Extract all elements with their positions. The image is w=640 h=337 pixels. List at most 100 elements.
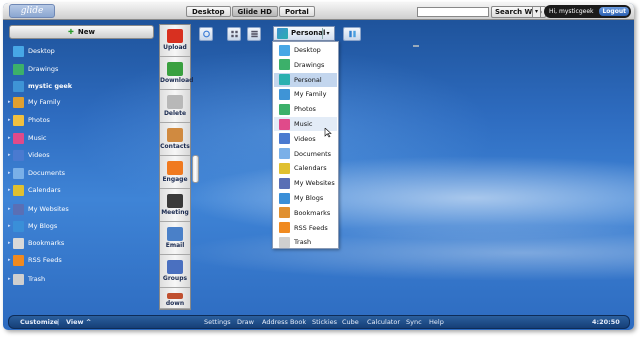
menu-item-my-websites[interactable]: My Websites [274, 176, 337, 190]
glide-window: glide Desktop Glide HD Portal Search Web… [3, 3, 634, 330]
new-button-label: New [77, 28, 95, 36]
menu-item-personal[interactable]: Personal [274, 72, 337, 87]
sidebar-item-rss-feeds[interactable]: ▸ RSS Feeds [8, 252, 156, 268]
drawings-icon [279, 59, 290, 71]
action-label: Download [160, 77, 194, 84]
bottom-link-settings[interactable]: Settings [204, 316, 231, 329]
sidebar-item-bookmarks[interactable]: ▸ Bookmarks [8, 235, 156, 251]
search-options-dropdown[interactable]: ▾ [532, 6, 541, 18]
search-input[interactable] [417, 7, 489, 17]
menu-item-label: Bookmarks [294, 208, 331, 217]
sidebar-item-my-blogs[interactable]: ▸ My Blogs [8, 218, 156, 234]
websites-icon [13, 203, 24, 215]
download-button[interactable]: Download [160, 58, 194, 90]
scrollbar-handle[interactable] [192, 155, 199, 183]
menu-item-my-blogs[interactable]: My Blogs [274, 191, 337, 205]
menu-item-photos[interactable]: Photos [274, 102, 337, 116]
sidebar-item-trash[interactable]: ▸ Trash [8, 271, 156, 287]
personal-icon [277, 28, 288, 39]
refresh-icon [203, 30, 210, 38]
bottom-link-sync[interactable]: Sync [406, 316, 422, 329]
sidebar-item-label: Drawings [28, 65, 59, 73]
tab-desktop[interactable]: Desktop [186, 6, 231, 17]
action-label: Meeting [161, 209, 189, 216]
category-dropdown-value: Personal [291, 29, 326, 37]
menu-item-bookmarks[interactable]: Bookmarks [274, 206, 337, 220]
cursor-icon [324, 128, 332, 138]
family-icon [13, 96, 24, 108]
groups-button[interactable]: Groups [160, 256, 190, 288]
personal-icon [279, 74, 290, 86]
sidebar-item-mystic-geek[interactable]: mystic geek [8, 78, 156, 94]
sidebar-item-calendars[interactable]: ▸ Calendars [8, 182, 156, 198]
videos-icon [13, 149, 24, 161]
view-button[interactable]: View ^ [66, 316, 91, 329]
menu-item-trash[interactable]: Trash [274, 235, 337, 249]
user-greeting: Hi, mysticgeek [549, 8, 594, 15]
menu-item-my-family[interactable]: My Family [274, 87, 337, 101]
contacts-icon [167, 128, 183, 142]
menu-item-calendars[interactable]: Calendars [274, 161, 337, 175]
down-icon [167, 293, 183, 299]
sidebar-item-photos[interactable]: ▸ Photos [8, 112, 156, 128]
trash-icon [13, 273, 24, 285]
category-dropdown-menu: Desktop Drawings Personal My Family Photos Mu… [272, 41, 339, 249]
meeting-button[interactable]: Meeting [160, 190, 190, 222]
customize-button[interactable]: Customize [20, 316, 58, 329]
bottom-divider: | [57, 318, 60, 326]
menu-item-label: Calendars [294, 164, 327, 173]
sidebar-item-label: Trash [28, 275, 46, 283]
menu-item-drawings[interactable]: Drawings [274, 58, 337, 72]
bottom-link-cube[interactable]: Cube [342, 316, 359, 329]
sidebar-item-label: Desktop [28, 47, 55, 55]
menu-item-label: Videos [294, 134, 316, 143]
sidebar-item-my-family[interactable]: ▸ My Family [8, 94, 156, 110]
sidebar-item-drawings[interactable]: Drawings [8, 61, 156, 77]
engage-button[interactable]: Engage [160, 157, 190, 189]
sidebar-item-music[interactable]: ▸ Music [8, 130, 156, 146]
bottom-link-stickies[interactable]: Stickies [312, 316, 337, 329]
menu-item-label: My Websites [294, 179, 335, 188]
bottom-link-address-book[interactable]: Address Book [262, 316, 306, 329]
menu-item-label: Trash [294, 238, 312, 247]
email-button[interactable]: Email [160, 223, 190, 255]
logout-button[interactable]: Logout [599, 7, 629, 16]
sidebar-item-documents[interactable]: ▸ Documents [8, 165, 156, 181]
delete-button[interactable]: Delete [160, 91, 190, 123]
sidebar-item-label: My Family [28, 98, 61, 106]
tab-glide-hd[interactable]: Glide HD [231, 6, 278, 17]
action-label: Email [165, 242, 185, 249]
sidebar-item-label: Bookmarks [28, 239, 65, 247]
bottom-link-calculator[interactable]: Calculator [367, 316, 400, 329]
menu-item-desktop[interactable]: Desktop [274, 43, 337, 57]
tab-portal[interactable]: Portal [278, 6, 315, 17]
down-button[interactable]: down [160, 289, 190, 309]
sidebar-item-label: RSS Feeds [28, 256, 62, 264]
menu-item-label: RSS Feeds [294, 223, 328, 232]
grid-view-button[interactable] [227, 27, 241, 41]
bottom-link-draw[interactable]: Draw [237, 316, 254, 329]
list-view-icon [251, 30, 258, 38]
list-view-button[interactable] [247, 27, 261, 41]
rss-icon [279, 222, 290, 234]
refresh-button[interactable] [199, 27, 213, 41]
contacts-button[interactable]: Contacts [160, 124, 190, 156]
resize-grip[interactable] [413, 45, 419, 47]
new-button[interactable]: ✚ New [9, 25, 154, 39]
email-icon [167, 227, 183, 241]
apps-icon [349, 30, 356, 38]
bottom-link-help[interactable]: Help [429, 316, 444, 329]
top-bar: glide Desktop Glide HD Portal Search Web… [3, 3, 634, 20]
category-dropdown[interactable]: Personal ▾ [273, 26, 335, 41]
glide-logo[interactable]: glide [9, 4, 55, 18]
menu-item-rss-feeds[interactable]: RSS Feeds [274, 221, 337, 235]
action-label: Engage [162, 176, 188, 183]
sidebar-item-desktop[interactable]: Desktop [8, 43, 156, 59]
chevron-down-icon: ▾ [534, 8, 538, 15]
menu-item-documents[interactable]: Documents [274, 147, 337, 161]
documents-icon [13, 167, 24, 179]
apps-button[interactable] [343, 27, 361, 41]
sidebar-item-videos[interactable]: ▸ Videos [8, 147, 156, 163]
upload-button[interactable]: Upload [160, 25, 190, 57]
sidebar-item-my-websites[interactable]: ▸ My Websites [8, 201, 156, 217]
